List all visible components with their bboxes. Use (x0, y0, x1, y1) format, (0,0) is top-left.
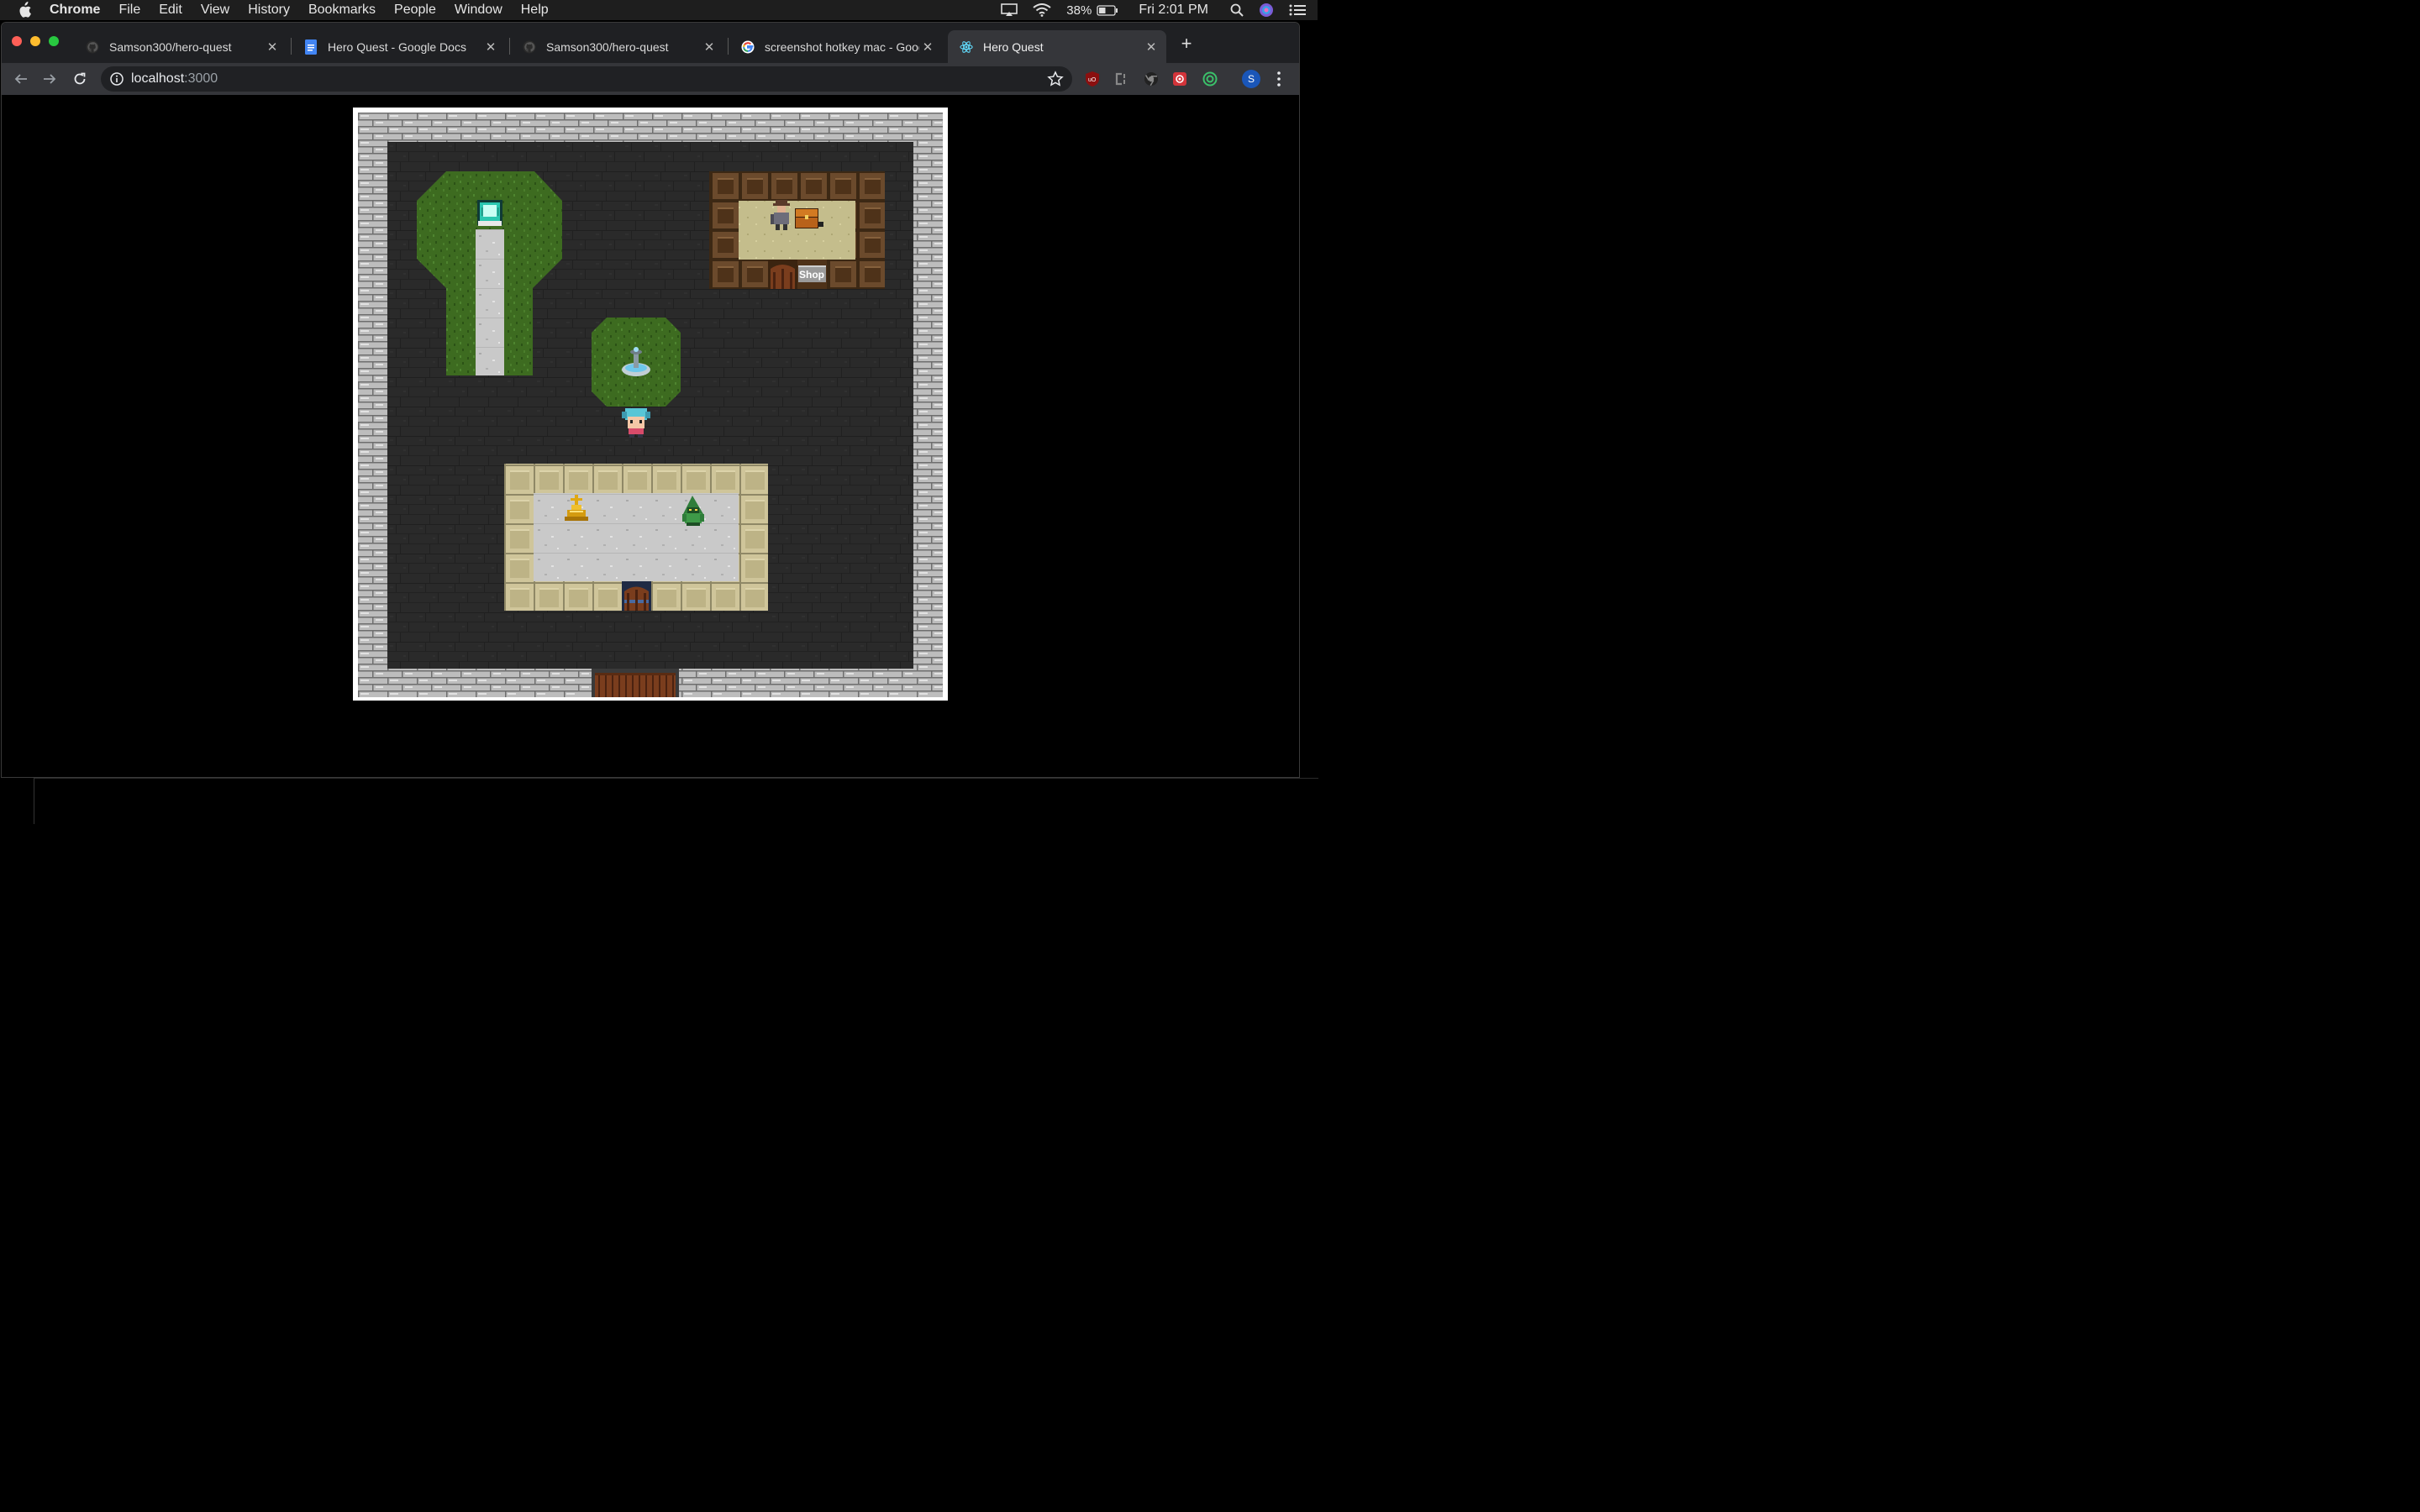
site-info-icon[interactable] (109, 71, 124, 87)
background-window-edge (34, 778, 1318, 824)
zoom-window-button[interactable] (49, 36, 59, 46)
profile-avatar[interactable]: S (1242, 70, 1260, 88)
menu-file[interactable]: File (118, 3, 140, 18)
tab-close-icon[interactable]: ✕ (701, 39, 718, 55)
github-icon (86, 40, 99, 54)
battery-percent: 38% (1066, 3, 1092, 18)
battery-icon[interactable] (1097, 4, 1118, 16)
address-bar[interactable]: localhost:3000 (101, 66, 1072, 92)
back-icon[interactable] (12, 70, 30, 88)
forward-icon[interactable] (40, 70, 59, 88)
siri-icon[interactable] (1259, 3, 1274, 18)
tab-strip: Samson300/hero-quest ✕ Hero Quest - Goog… (2, 23, 1299, 63)
wall-right (913, 113, 943, 697)
menu-edit[interactable]: Edit (159, 3, 182, 18)
tab-divider (291, 38, 292, 55)
tab-hero-quest[interactable]: Hero Quest ✕ (948, 30, 1166, 63)
new-tab-button[interactable]: + (1176, 34, 1197, 55)
browser-window: Samson300/hero-quest ✕ Hero Quest - Goog… (1, 22, 1300, 778)
google-docs-icon (304, 39, 318, 55)
notification-center-icon[interactable] (1289, 4, 1306, 16)
url-text: localhost:3000 (131, 71, 218, 87)
shop-sign: Shop (797, 260, 827, 289)
tab-title: Samson300/hero-quest (546, 39, 669, 54)
tab-github-1[interactable]: Samson300/hero-quest ✕ (74, 30, 287, 63)
ublock-extension-icon[interactable]: uO (1084, 71, 1101, 87)
menu-chrome[interactable]: Chrome (50, 3, 100, 18)
temple-door[interactable] (622, 581, 651, 611)
svg-text:uO: uO (1088, 77, 1097, 83)
tab-divider (509, 38, 510, 55)
game-map[interactable]: Shop (358, 113, 943, 697)
spotlight-icon[interactable] (1230, 3, 1244, 17)
menu-clock[interactable]: Fri 2:01 PM (1139, 3, 1208, 18)
green-ring-extension-icon[interactable] (1202, 71, 1218, 87)
tab-google-docs[interactable]: Hero Quest - Google Docs ✕ (292, 30, 506, 63)
shop-door[interactable] (768, 260, 797, 289)
airplay-icon[interactable] (1001, 3, 1018, 17)
clipper-extension-icon[interactable] (1113, 71, 1129, 87)
menu-bookmarks[interactable]: Bookmarks (308, 3, 376, 18)
tab-close-icon[interactable]: ✕ (919, 39, 936, 55)
red-extension-icon[interactable] (1171, 71, 1188, 87)
close-window-button[interactable] (12, 36, 22, 46)
minimize-window-button[interactable] (30, 36, 40, 46)
tab-divider (728, 38, 729, 55)
menu-help[interactable]: Help (521, 3, 549, 18)
react-icon (960, 40, 973, 54)
chrome-menu-icon[interactable] (1272, 70, 1286, 88)
url-port: :3000 (184, 71, 218, 86)
tab-title: screenshot hotkey mac - Goog (765, 39, 919, 54)
browser-toolbar: localhost:3000 uO S (2, 63, 1299, 95)
github-icon (523, 40, 536, 54)
menu-view[interactable]: View (201, 3, 229, 18)
google-icon (741, 40, 755, 54)
reload-icon[interactable] (71, 70, 89, 88)
tab-google-search[interactable]: screenshot hotkey mac - Goog ✕ (729, 30, 943, 63)
tab-close-icon[interactable]: ✕ (264, 39, 281, 55)
tab-close-icon[interactable]: ✕ (1143, 39, 1160, 55)
bookmark-star-icon[interactable] (1047, 71, 1064, 92)
game-frame: Shop (353, 108, 948, 701)
tab-title: Hero Quest - Google Docs (328, 39, 466, 54)
menu-people[interactable]: People (394, 3, 436, 18)
wall-top (358, 113, 943, 142)
wall-left (358, 113, 387, 697)
tab-title: Hero Quest (983, 39, 1044, 54)
tab-close-icon[interactable]: ✕ (482, 39, 499, 55)
menu-window[interactable]: Window (455, 3, 502, 18)
tab-github-2[interactable]: Samson300/hero-quest ✕ (511, 30, 724, 63)
exit-gate[interactable] (592, 669, 679, 697)
chrome-extension-icon[interactable] (1143, 71, 1160, 87)
apple-menu-icon[interactable] (17, 2, 34, 18)
shop-sign-text: Shop (799, 269, 824, 281)
url-host: localhost (131, 71, 185, 86)
teleporter-portal[interactable] (477, 200, 502, 226)
tab-title: Samson300/hero-quest (109, 39, 232, 54)
macos-menu-bar: Chrome File Edit View History Bookmarks … (0, 0, 1318, 20)
menu-history[interactable]: History (248, 3, 290, 18)
wifi-icon[interactable] (1033, 3, 1051, 17)
